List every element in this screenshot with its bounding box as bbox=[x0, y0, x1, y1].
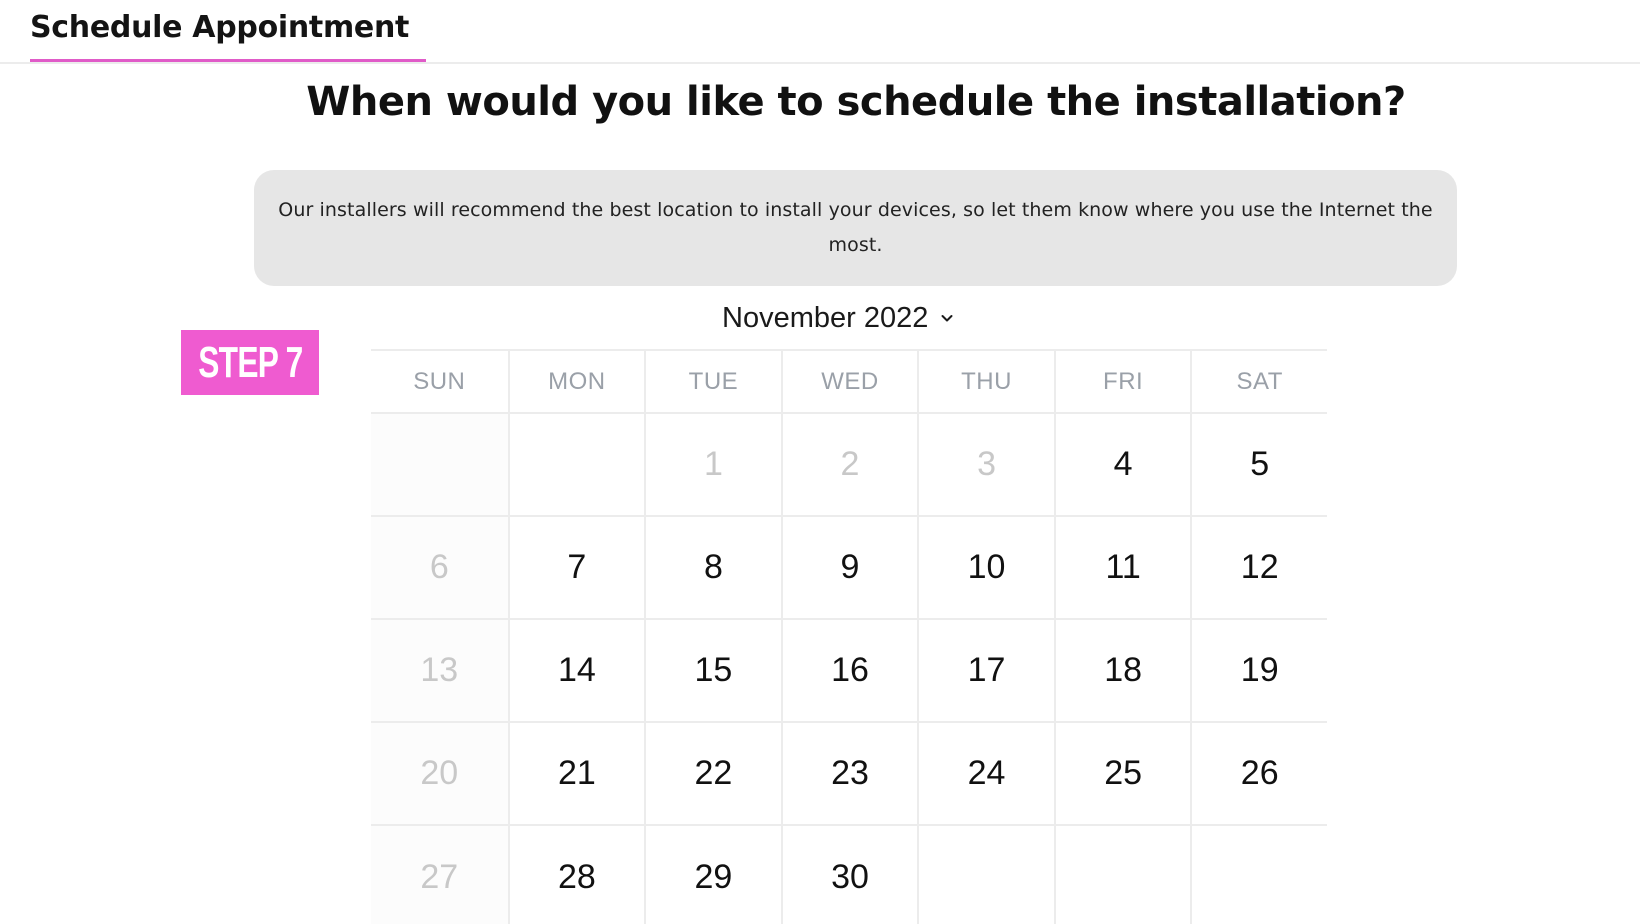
calendar-day-available[interactable]: 12 bbox=[1190, 517, 1327, 618]
calendar-day-disabled: 27 bbox=[371, 826, 508, 924]
weekday-header: SUN MON TUE WED THU FRI SAT bbox=[371, 349, 1327, 414]
weekday-mon: MON bbox=[507, 351, 645, 412]
weekday-sat: SAT bbox=[1190, 351, 1327, 412]
calendar-week-row: 20 21 22 23 24 25 26 bbox=[371, 723, 1327, 826]
calendar-day-available[interactable]: 18 bbox=[1053, 620, 1191, 721]
calendar: SUN MON TUE WED THU FRI SAT 1 2 3 4 5 6 7 8 9 10 1… bbox=[371, 349, 1327, 924]
weekday-sun: SUN bbox=[413, 367, 466, 395]
weekday-tue: TUE bbox=[644, 351, 781, 412]
calendar-day-disabled: 20 bbox=[371, 723, 508, 824]
step-badge-label: STEP 7 bbox=[197, 337, 303, 387]
info-text: Our installers will recommend the best l… bbox=[278, 199, 1433, 256]
calendar-day-available[interactable]: 28 bbox=[507, 826, 645, 924]
calendar-day-available[interactable]: 4 bbox=[1053, 414, 1191, 515]
calendar-empty-cell bbox=[1053, 826, 1191, 924]
calendar-day-available[interactable]: 23 bbox=[780, 723, 918, 824]
calendar-day-available[interactable]: 9 bbox=[780, 517, 918, 618]
calendar-day-available[interactable]: 24 bbox=[917, 723, 1054, 824]
month-select[interactable]: November 2022 bbox=[722, 298, 954, 338]
month-select-label: November 2022 bbox=[722, 301, 929, 334]
calendar-day-available[interactable]: 21 bbox=[507, 723, 645, 824]
calendar-body: 1 2 3 4 5 6 7 8 9 10 11 12 13 14 15 16 17 18 19 20 21 22 23 24 2… bbox=[371, 414, 1327, 924]
calendar-day-disabled: 6 bbox=[371, 517, 508, 618]
weekday-fri: FRI bbox=[1053, 351, 1191, 412]
calendar-empty-cell bbox=[371, 414, 508, 515]
info-box: Our installers will recommend the best l… bbox=[254, 170, 1457, 286]
calendar-empty-cell bbox=[917, 826, 1054, 924]
calendar-day-available[interactable]: 8 bbox=[644, 517, 781, 618]
calendar-day-available[interactable]: 16 bbox=[780, 620, 918, 721]
calendar-day-available[interactable]: 19 bbox=[1190, 620, 1327, 721]
calendar-day-available[interactable]: 5 bbox=[1190, 414, 1327, 515]
tab-bar: Schedule Appointment bbox=[0, 0, 1640, 64]
tab-schedule-appointment[interactable]: Schedule Appointment bbox=[30, 8, 426, 64]
calendar-day-disabled: 1 bbox=[644, 414, 781, 515]
weekday-wed: WED bbox=[780, 351, 918, 412]
calendar-day-available[interactable]: 7 bbox=[507, 517, 645, 618]
calendar-day-available[interactable]: 10 bbox=[917, 517, 1054, 618]
calendar-day-available[interactable]: 15 bbox=[644, 620, 781, 721]
active-tab-underline bbox=[30, 59, 426, 62]
calendar-day-available[interactable]: 26 bbox=[1190, 723, 1327, 824]
weekday-thu: THU bbox=[917, 351, 1054, 412]
calendar-day-disabled: 2 bbox=[780, 414, 918, 515]
chevron-down-icon bbox=[941, 315, 953, 322]
calendar-empty-cell bbox=[507, 414, 645, 515]
step-badge: STEP 7 bbox=[181, 330, 319, 395]
calendar-week-row: 12345 bbox=[371, 414, 1327, 517]
calendar-day-available[interactable]: 22 bbox=[644, 723, 781, 824]
calendar-day-available[interactable]: 14 bbox=[507, 620, 645, 721]
calendar-day-available[interactable]: 29 bbox=[644, 826, 781, 924]
calendar-day-disabled: 3 bbox=[917, 414, 1054, 515]
calendar-day-disabled: 13 bbox=[371, 620, 508, 721]
calendar-week-row: 6 7 8 9 10 11 12 bbox=[371, 517, 1327, 620]
calendar-week-row: 27 28 29 30 bbox=[371, 826, 1327, 924]
calendar-day-available[interactable]: 25 bbox=[1053, 723, 1191, 824]
page-title: When would you like to schedule the inst… bbox=[306, 79, 1406, 125]
calendar-day-available[interactable]: 17 bbox=[917, 620, 1054, 721]
calendar-day-available[interactable]: 11 bbox=[1053, 517, 1191, 618]
calendar-day-available[interactable]: 30 bbox=[780, 826, 918, 924]
calendar-empty-cell bbox=[1190, 826, 1327, 924]
calendar-week-row: 13 14 15 16 17 18 19 bbox=[371, 620, 1327, 723]
